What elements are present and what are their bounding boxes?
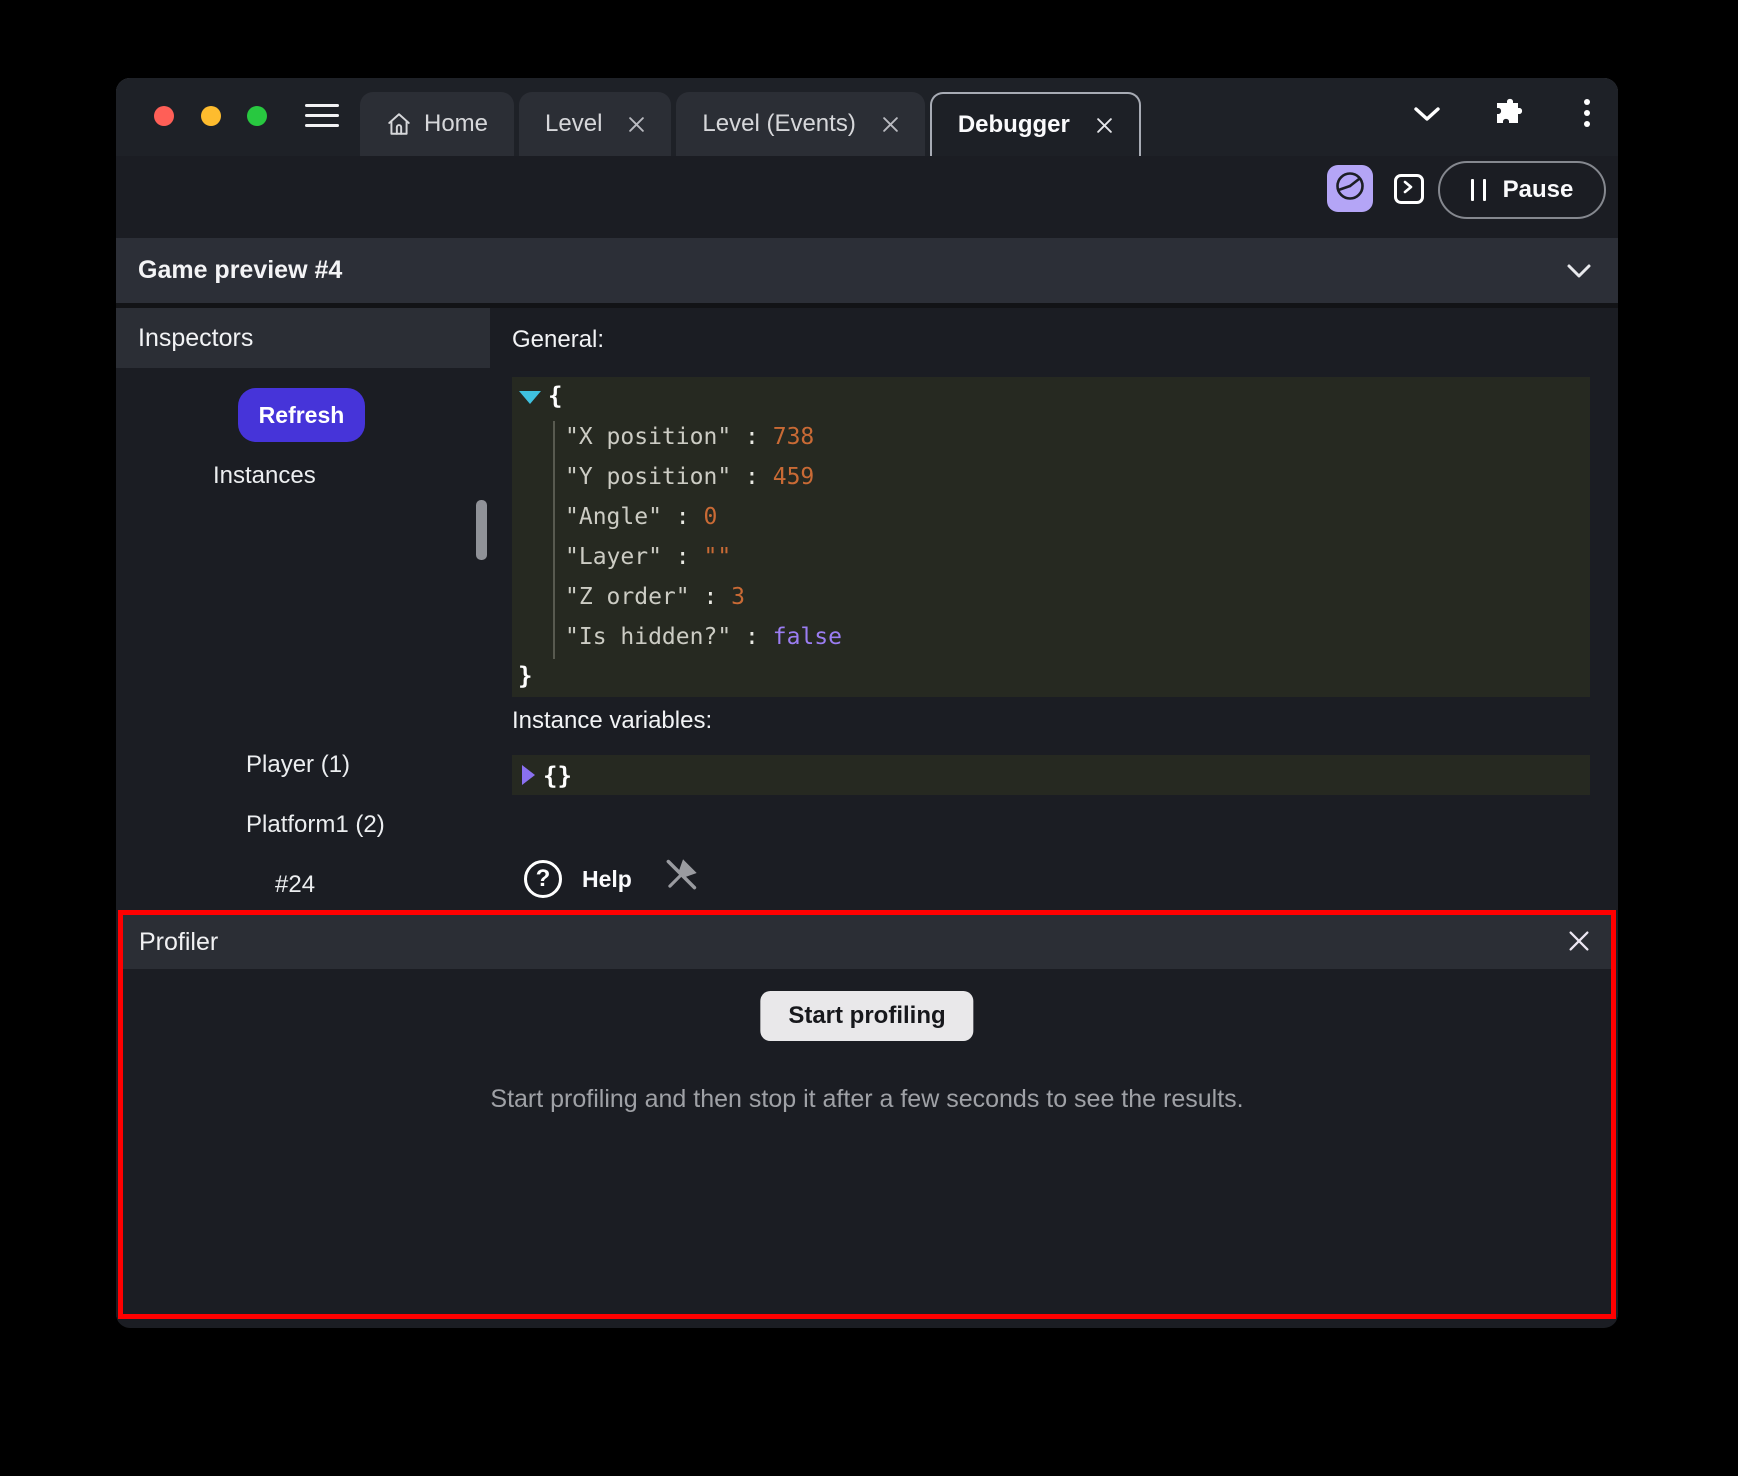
refresh-button[interactable]: Refresh: [238, 388, 365, 442]
close-icon[interactable]: [882, 116, 899, 133]
expand-triangle-icon[interactable]: [521, 764, 536, 790]
tab-level[interactable]: Level: [519, 92, 671, 156]
traffic-light-minimize-icon[interactable]: [201, 106, 221, 126]
tree-item-player[interactable]: Player (1): [246, 751, 350, 779]
extensions-puzzle-icon[interactable]: [1494, 96, 1526, 128]
json-row-layer: "Layer" : "": [565, 537, 731, 577]
debugger-content: Inspectors Refresh Instances Player (1) …: [116, 308, 1618, 910]
game-preview-title: Game preview #4: [138, 256, 342, 285]
inspector-detail-panel: General: { "X position" : 738 "Y positio…: [490, 308, 1618, 910]
pause-label: Pause: [1503, 176, 1574, 204]
traffic-light-close-icon[interactable]: [154, 106, 174, 126]
close-brace: }: [518, 662, 532, 690]
instance-variables-view: {}: [512, 755, 1590, 795]
kebab-menu-icon[interactable]: [1576, 97, 1598, 129]
instance-variables-value: {}: [543, 756, 572, 796]
general-json-view: { "X position" : 738 "Y position" : 459 …: [512, 377, 1590, 697]
inspectors-title: Inspectors: [138, 324, 253, 353]
tab-home[interactable]: Home: [360, 92, 514, 156]
indent-guide: [553, 421, 555, 659]
close-icon[interactable]: [628, 116, 645, 133]
json-row-y-position: "Y position" : 459: [565, 457, 814, 497]
chevron-down-icon[interactable]: [1412, 104, 1442, 124]
json-row-z-order: "Z order" : 3: [565, 577, 745, 617]
console-button[interactable]: [1394, 174, 1424, 204]
profiler-header: Profiler: [123, 915, 1611, 969]
tab-bar: Home Level Level (Events) Debugger: [360, 92, 1141, 156]
tree-root-instances[interactable]: Instances: [213, 462, 316, 490]
profiler-gauge-icon: [1333, 169, 1367, 208]
game-preview-selector[interactable]: Game preview #4: [116, 238, 1618, 303]
tree-item-instance-24[interactable]: #24: [275, 871, 315, 899]
inspectors-sidebar: Inspectors Refresh Instances Player (1) …: [116, 308, 490, 910]
app-window: Home Level Level (Events) Debugger: [116, 78, 1618, 1328]
traffic-light-zoom-icon[interactable]: [247, 106, 267, 126]
tab-label: Debugger: [958, 111, 1070, 139]
inspectors-header: Inspectors: [116, 308, 490, 368]
profiler-panel: Profiler Start profiling Start profiling…: [118, 910, 1616, 1319]
json-row-angle: "Angle" : 0: [565, 497, 717, 537]
debugger-toolbar: Pause: [116, 156, 1618, 238]
titlebar: Home Level Level (Events) Debugger: [116, 78, 1618, 156]
help-circle-icon: ?: [524, 860, 562, 898]
tab-label: Level (Events): [702, 110, 855, 138]
tab-debugger[interactable]: Debugger: [930, 92, 1141, 156]
json-row-is-hidden: "Is hidden?" : false: [565, 617, 842, 657]
chevron-down-icon: [1566, 263, 1592, 279]
general-section-label: General:: [512, 326, 604, 354]
open-brace: {: [548, 382, 562, 410]
pin-off-icon[interactable]: [662, 856, 700, 899]
pause-button[interactable]: Pause: [1438, 161, 1606, 219]
profiler-title: Profiler: [139, 928, 218, 957]
home-icon: [386, 111, 412, 137]
profiler-hint-text: Start profiling and then stop it after a…: [123, 1085, 1611, 1114]
close-icon[interactable]: [1096, 117, 1113, 134]
tab-label: Level: [545, 110, 602, 138]
start-profiling-button[interactable]: Start profiling: [760, 991, 973, 1041]
close-icon[interactable]: [1567, 929, 1591, 953]
help-button[interactable]: ? Help: [524, 860, 632, 898]
help-label: Help: [582, 866, 632, 893]
collapse-triangle-icon[interactable]: [518, 390, 542, 409]
console-icon: [1402, 180, 1416, 199]
tab-label: Home: [424, 110, 488, 138]
pause-icon: [1471, 179, 1486, 201]
json-row-x-position: "X position" : 738: [565, 417, 814, 457]
tree-item-platform1[interactable]: Platform1 (2): [246, 811, 385, 839]
profiler-toggle-button[interactable]: [1327, 165, 1373, 212]
sidebar-scrollbar-thumb[interactable]: [476, 500, 487, 560]
tab-level-events[interactable]: Level (Events): [676, 92, 924, 156]
instance-variables-label: Instance variables:: [512, 707, 712, 735]
menu-icon[interactable]: [305, 104, 339, 130]
